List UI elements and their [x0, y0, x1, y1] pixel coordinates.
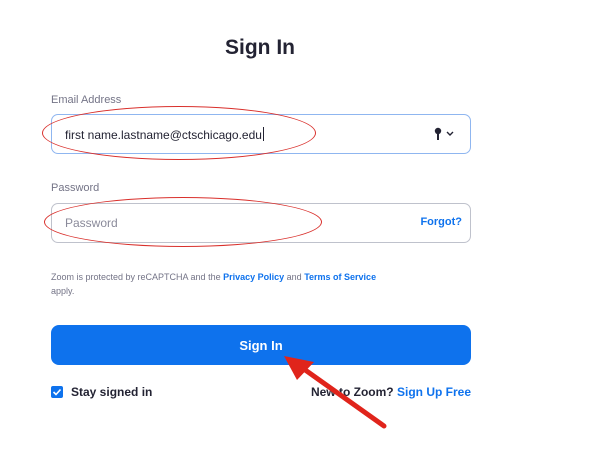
privacy-policy-link[interactable]: Privacy Policy	[223, 272, 284, 282]
recaptcha-and: and	[286, 272, 302, 282]
terms-of-service-link[interactable]: Terms of Service	[304, 272, 376, 282]
stay-signed-in-checkbox[interactable]	[51, 386, 63, 398]
password-label: Password	[51, 182, 100, 194]
stay-signed-in-label: Stay signed in	[71, 385, 153, 399]
sign-in-button[interactable]: Sign In	[51, 325, 471, 365]
password-manager-key-icon[interactable]	[434, 127, 458, 141]
recaptcha-prefix: Zoom is protected by reCAPTCHA and the	[51, 272, 221, 282]
page-title: Sign In	[225, 36, 295, 59]
stay-signed-in[interactable]: Stay signed in	[51, 385, 152, 399]
recaptcha-notice: Zoom is protected by reCAPTCHA and the P…	[51, 270, 471, 298]
sign-up-free-link[interactable]: Sign Up Free	[397, 385, 471, 399]
forgot-password-link[interactable]: Forgot?	[420, 216, 462, 228]
password-highlight-ellipse	[44, 197, 322, 247]
red-arrow-annotation	[284, 356, 387, 429]
email-highlight-ellipse	[42, 106, 316, 160]
recaptcha-suffix: apply.	[51, 286, 75, 296]
email-label: Email Address	[51, 94, 122, 106]
